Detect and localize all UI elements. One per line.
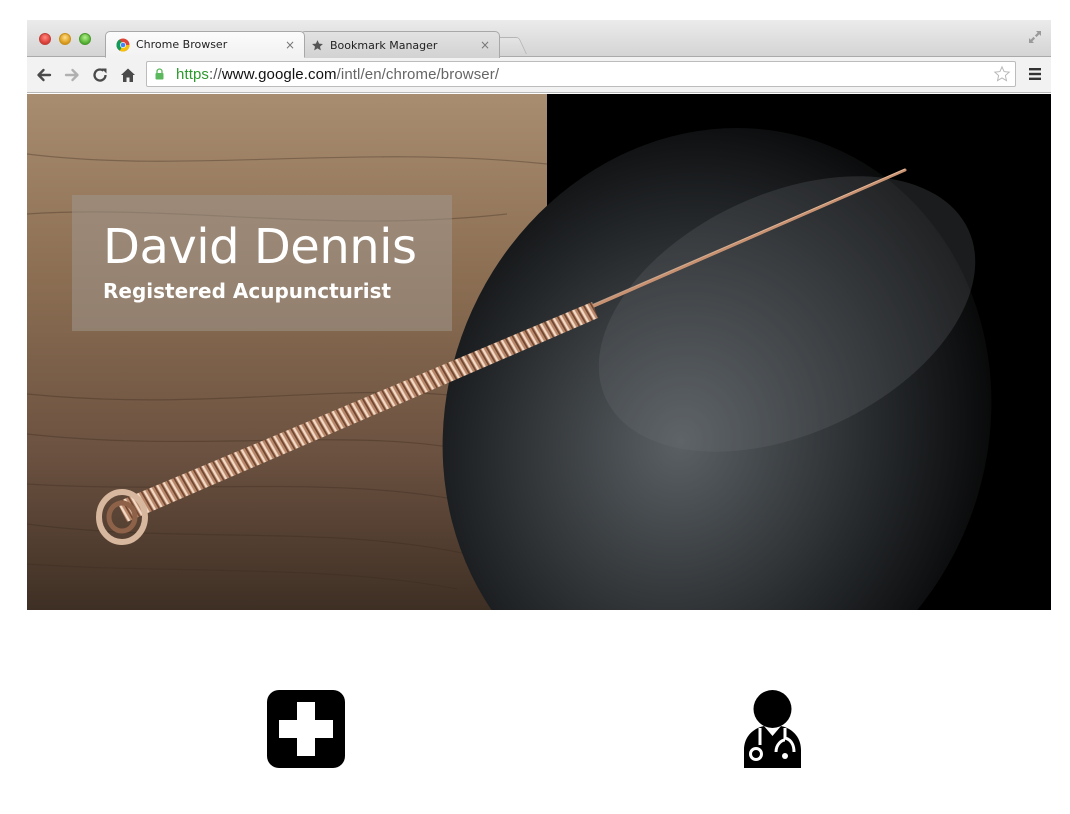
forward-arrow-icon[interactable] [63, 66, 81, 84]
practitioner-title: Registered Acupuncturist [103, 279, 392, 303]
secure-lock-icon [155, 68, 164, 80]
name-card: David Dennis Registered Acupuncturist [72, 195, 452, 331]
browser-window: Chrome Browser × Bookmark Manager × http… [27, 20, 1051, 610]
tab-bookmark-manager[interactable]: Bookmark Manager × [300, 31, 500, 58]
back-arrow-icon[interactable] [35, 66, 53, 84]
title-bar: Chrome Browser × Bookmark Manager × [27, 20, 1051, 58]
practitioner-name: David Dennis [103, 219, 417, 275]
url-path: /intl/en/chrome/browser/ [336, 65, 500, 83]
hero-banner: David Dennis Registered Acupuncturist [27, 94, 1051, 610]
medical-cross-icon [267, 690, 345, 768]
tab-label: Chrome Browser [136, 38, 228, 51]
address-bar[interactable]: https://www.google.com/intl/en/chrome/br… [146, 61, 1016, 87]
reload-icon[interactable] [91, 66, 109, 84]
chrome-logo-icon [116, 38, 130, 52]
url-scheme: https [176, 65, 210, 83]
star-icon [312, 39, 323, 50]
minimize-window-button[interactable] [59, 33, 71, 45]
doctor-stethoscope-icon [744, 690, 801, 768]
tab-label: Bookmark Manager [330, 38, 438, 52]
bookmark-star-icon[interactable] [993, 65, 1011, 83]
toolbar: https://www.google.com/intl/en/chrome/br… [27, 57, 1051, 93]
url-host: www.google.com [221, 65, 337, 83]
url-separator: :// [209, 65, 222, 83]
hamburger-menu-icon[interactable] [1029, 68, 1041, 80]
tab-close-icon[interactable]: × [285, 38, 295, 52]
tab-chrome-browser[interactable]: Chrome Browser × [105, 31, 305, 58]
hero-image [27, 94, 1051, 610]
url-text: https://www.google.com/intl/en/chrome/br… [176, 66, 499, 83]
fullscreen-icon[interactable] [1028, 30, 1042, 44]
tab-close-icon[interactable]: × [480, 38, 490, 52]
close-window-button[interactable] [39, 33, 51, 45]
zoom-window-button[interactable] [79, 33, 91, 45]
home-icon[interactable] [119, 66, 137, 84]
